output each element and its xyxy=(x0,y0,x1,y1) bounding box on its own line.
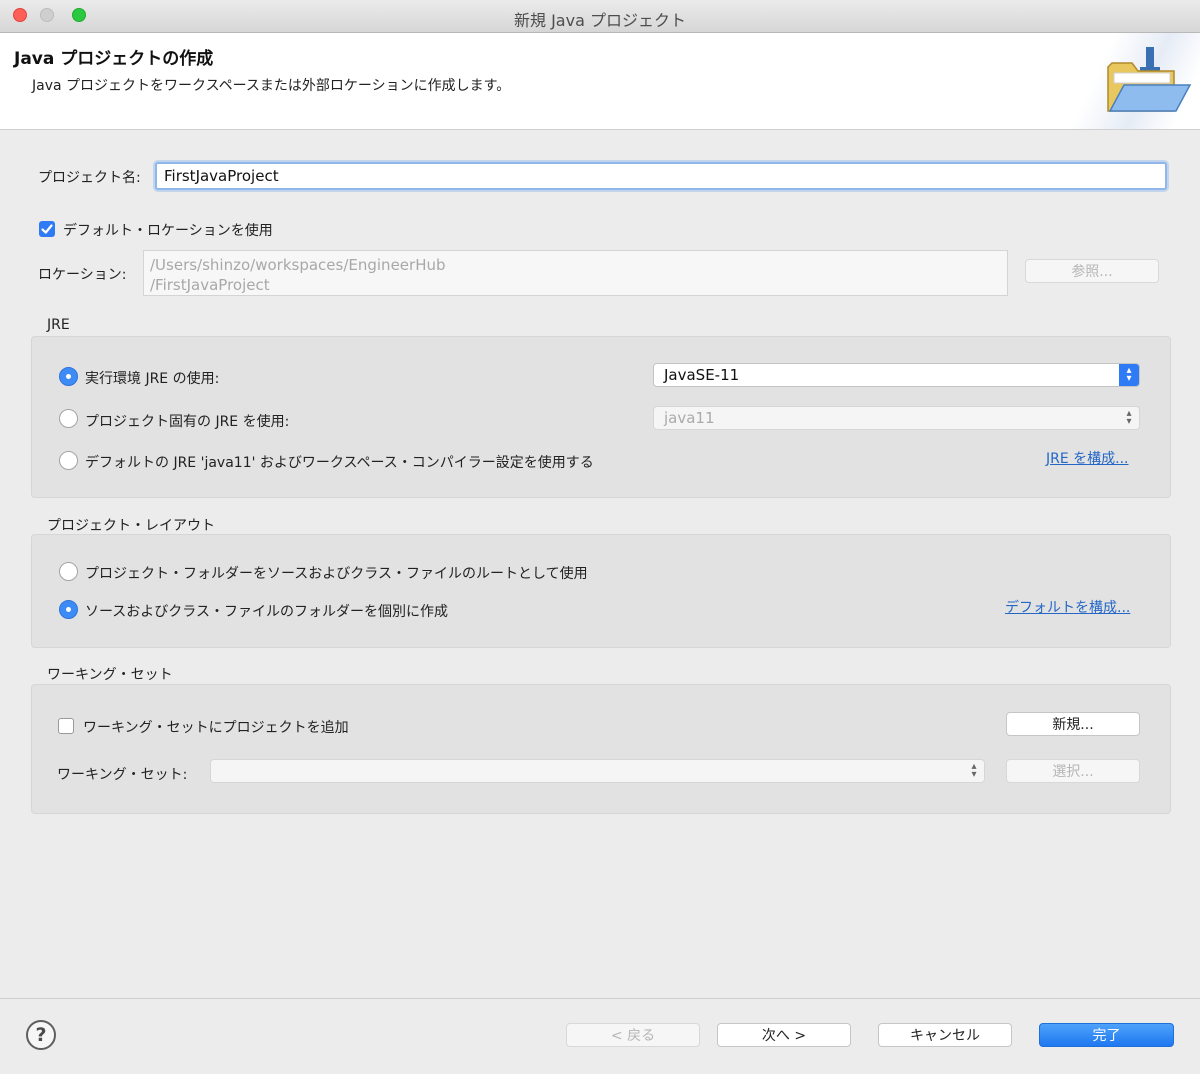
header-background xyxy=(1060,33,1200,129)
jre-group-title: JRE xyxy=(47,317,70,333)
chevron-updown-icon: ▴ ▾ xyxy=(971,761,977,780)
wizard-title: Java プロジェクトの作成 xyxy=(14,49,214,69)
add-to-working-set-checkbox[interactable] xyxy=(58,718,74,734)
next-button[interactable]: 次へ > xyxy=(717,1023,851,1047)
layout-group xyxy=(31,534,1171,648)
location-label: ロケーション: xyxy=(38,267,127,283)
project-name-input[interactable] xyxy=(155,162,1167,190)
new-working-set-button[interactable]: 新規... xyxy=(1006,712,1140,736)
project-jre-value: java11 xyxy=(664,409,715,427)
configure-default-link[interactable]: デフォルトを構成... xyxy=(1005,597,1130,617)
cancel-button[interactable]: キャンセル xyxy=(878,1023,1012,1047)
exec-env-select[interactable]: JavaSE-11 ▴ ▾ xyxy=(653,363,1140,387)
use-default-location-label: デフォルト・ロケーションを使用 xyxy=(63,223,273,239)
back-button[interactable]: < 戻る xyxy=(566,1023,700,1047)
wizard-description: Java プロジェクトをワークスペースまたは外部ロケーションに作成します。 xyxy=(32,78,511,94)
jre-default-radio[interactable] xyxy=(59,451,78,470)
working-sets-select[interactable]: ▴ ▾ xyxy=(210,759,985,783)
select-working-set-button[interactable]: 選択... xyxy=(1006,759,1140,783)
location-path-line1: /Users/shinzo/workspaces/EngineerHub xyxy=(150,256,446,274)
footer-divider xyxy=(0,998,1200,999)
working-sets-group xyxy=(31,684,1171,814)
jre-exec-env-radio[interactable] xyxy=(59,367,78,386)
jre-default-label: デフォルトの JRE 'java11' およびワークスペース・コンパイラー設定を… xyxy=(85,455,594,471)
window-title: 新規 Java プロジェクト xyxy=(514,11,686,30)
location-field[interactable]: /Users/shinzo/workspaces/EngineerHub /Fi… xyxy=(143,250,1008,296)
exec-env-value: JavaSE-11 xyxy=(664,366,740,384)
jre-exec-env-label: 実行環境 JRE の使用: xyxy=(85,371,220,387)
layout-project-root-label: プロジェクト・フォルダーをソースおよびクラス・ファイルのルートとして使用 xyxy=(85,566,588,582)
finish-button[interactable]: 完了 xyxy=(1039,1023,1174,1047)
configure-jre-link[interactable]: JRE を構成... xyxy=(1046,448,1129,468)
checkmark-icon xyxy=(41,224,53,234)
use-default-location-checkbox[interactable] xyxy=(39,221,55,237)
help-icon[interactable]: ? xyxy=(26,1020,56,1050)
folder-icon xyxy=(1107,47,1192,112)
working-sets-label: ワーキング・セット: xyxy=(57,767,188,783)
chevron-updown-icon: ▴ ▾ xyxy=(1119,364,1139,386)
location-path-line2: /FirstJavaProject xyxy=(150,276,270,294)
project-jre-select[interactable]: java11 ▴ ▾ xyxy=(653,406,1140,430)
layout-separate-folders-radio[interactable] xyxy=(59,600,78,619)
wizard-header: Java プロジェクトの作成 Java プロジェクトをワークスペースまたは外部ロ… xyxy=(0,33,1200,130)
layout-project-root-radio[interactable] xyxy=(59,562,78,581)
window-titlebar: 新規 Java プロジェクト xyxy=(0,0,1200,33)
project-name-label: プロジェクト名: xyxy=(38,170,141,186)
jre-project-specific-radio[interactable] xyxy=(59,409,78,428)
browse-button[interactable]: 参照... xyxy=(1025,259,1159,283)
jre-project-specific-label: プロジェクト固有の JRE を使用: xyxy=(85,414,290,430)
add-to-working-set-label: ワーキング・セットにプロジェクトを追加 xyxy=(83,720,349,736)
chevron-updown-icon: ▴ ▾ xyxy=(1126,408,1132,427)
working-sets-group-title: ワーキング・セット xyxy=(47,667,173,683)
layout-group-title: プロジェクト・レイアウト xyxy=(47,518,215,534)
layout-separate-folders-label: ソースおよびクラス・ファイルのフォルダーを個別に作成 xyxy=(85,604,449,620)
